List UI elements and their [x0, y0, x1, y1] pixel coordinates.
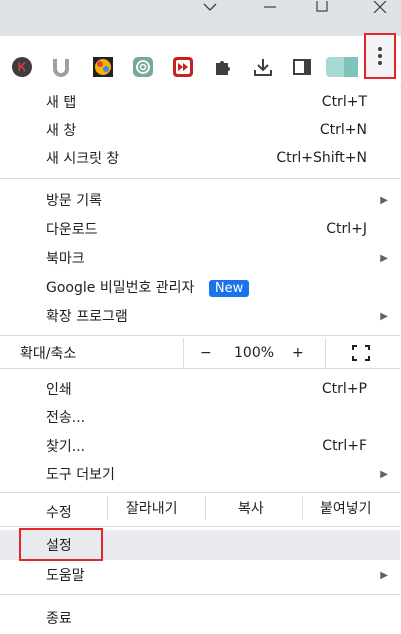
- cut-button[interactable]: 잘라내기: [126, 498, 178, 518]
- submenu-arrow-icon: ▶: [380, 194, 388, 206]
- zoom-out-button[interactable]: −: [200, 345, 212, 361]
- minimize-icon[interactable]: [250, 0, 290, 14]
- close-icon[interactable]: [360, 0, 400, 14]
- menu-item-exit[interactable]: 종료: [0, 604, 400, 632]
- three-dots-vertical-icon: [378, 47, 382, 65]
- submenu-arrow-icon: ▶: [380, 468, 388, 480]
- menu-item-find[interactable]: 찾기... Ctrl+F: [0, 432, 400, 460]
- divider: [0, 594, 400, 595]
- divider: [0, 526, 400, 527]
- divider: [0, 492, 400, 493]
- tab-search-icon[interactable]: [190, 0, 230, 14]
- maximize-icon[interactable]: [302, 0, 342, 14]
- menu-item-new-tab[interactable]: 새 탭 Ctrl+T: [0, 88, 400, 116]
- menu-button[interactable]: [364, 33, 396, 79]
- title-bar: [0, 0, 401, 36]
- openai-extension-icon[interactable]: [130, 54, 156, 80]
- menu-item-new-window[interactable]: 새 창 Ctrl+N: [0, 116, 400, 144]
- menu-item-downloads[interactable]: 다운로드 Ctrl+J: [0, 215, 400, 243]
- menu-item-bookmarks[interactable]: 북마크 ▶: [0, 244, 400, 272]
- zoom-in-button[interactable]: +: [292, 345, 304, 361]
- copy-button[interactable]: 복사: [238, 498, 264, 518]
- new-badge: New: [208, 280, 250, 297]
- chrome-main-menu: 새 탭 Ctrl+T 새 창 Ctrl+N 새 시크릿 창 Ctrl+Shift…: [0, 86, 400, 634]
- u-extension-icon[interactable]: [48, 54, 74, 80]
- colorful-extension-icon[interactable]: [90, 54, 116, 80]
- menu-item-cast[interactable]: 전송...: [0, 403, 400, 431]
- profile-avatar-icon[interactable]: [326, 54, 358, 80]
- menu-item-more-tools[interactable]: 도구 더보기 ▶: [0, 460, 400, 488]
- svg-text:K: K: [18, 60, 27, 74]
- menu-item-extensions[interactable]: 확장 프로그램 ▶: [0, 302, 400, 330]
- zoom-level: 100%: [234, 345, 275, 361]
- menu-item-print[interactable]: 인쇄 Ctrl+P: [0, 375, 400, 403]
- fast-forward-extension-icon[interactable]: [170, 54, 196, 80]
- download-icon[interactable]: [250, 54, 276, 80]
- k-extension-icon[interactable]: K: [9, 54, 35, 80]
- menu-item-incognito[interactable]: 새 시크릿 창 Ctrl+Shift+N: [0, 144, 400, 172]
- menu-item-password-manager[interactable]: Google 비밀번호 관리자 New: [0, 273, 400, 301]
- divider: [0, 335, 400, 336]
- menu-item-help[interactable]: 도움말 ▶: [0, 561, 400, 589]
- menu-item-history[interactable]: 방문 기록 ▶: [0, 186, 400, 214]
- toolbar: K: [0, 36, 401, 87]
- edit-row: 수정 잘라내기 복사 붙여넣기: [0, 494, 400, 524]
- submenu-arrow-icon: ▶: [380, 569, 388, 581]
- side-panel-icon[interactable]: [289, 54, 315, 80]
- zoom-label: 확대/축소: [20, 346, 77, 362]
- divider: [0, 368, 400, 369]
- divider: [0, 178, 400, 179]
- fullscreen-icon[interactable]: [352, 345, 370, 365]
- paste-button[interactable]: 붙여넣기: [320, 498, 372, 518]
- zoom-row: 확대/축소 − 100% +: [0, 338, 400, 368]
- highlight-box: [19, 528, 103, 561]
- edit-label: 수정: [46, 505, 72, 521]
- submenu-arrow-icon: ▶: [380, 310, 388, 322]
- submenu-arrow-icon: ▶: [380, 252, 388, 264]
- puzzle-icon[interactable]: [210, 54, 236, 80]
